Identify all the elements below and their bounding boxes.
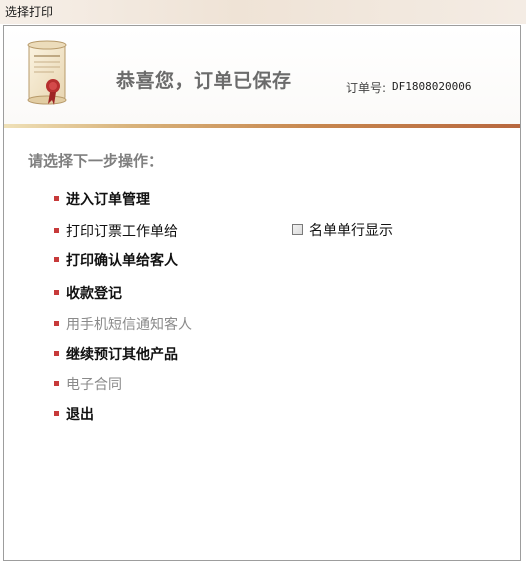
headline: 恭喜您，订单已保存 xyxy=(116,70,292,92)
menu-item-label: 进入订单管理 xyxy=(66,192,150,208)
bullet-icon xyxy=(54,256,59,262)
bullet-icon xyxy=(54,350,59,356)
single-line-checkbox[interactable] xyxy=(292,223,303,235)
menu-item-label: 收款登记 xyxy=(66,286,122,302)
menu-item-e-contract: 电子合同 xyxy=(54,374,122,394)
menu-item-exit[interactable]: 退出 xyxy=(54,404,94,424)
bullet-icon xyxy=(54,227,59,233)
bullet-icon xyxy=(54,320,59,326)
menu-item-label: 打印订票工作单给 xyxy=(66,224,178,240)
bullet-icon xyxy=(54,195,59,201)
title-bar: 选择打印 xyxy=(0,0,526,24)
order-number-value: DF1808020006 xyxy=(392,80,472,93)
order-number-label: 订单号: xyxy=(346,81,387,95)
dialog-panel: 恭喜您，订单已保存 订单号: DF1808020006 请选择下一步操作： 进入… xyxy=(3,25,521,561)
menu-item-label: 继续预订其他产品 xyxy=(66,347,178,363)
bullet-icon xyxy=(54,380,59,386)
dialog-header: 恭喜您，订单已保存 订单号: DF1808020006 xyxy=(4,26,520,124)
menu-item-print-confirmation[interactable]: 打印确认单给客人 xyxy=(54,250,178,270)
menu-item-label: 退出 xyxy=(66,407,94,423)
menu-item-continue-booking[interactable]: 继续预订其他产品 xyxy=(54,344,178,364)
menu-item-label: 电子合同 xyxy=(66,377,122,393)
menu-item-label: 用手机短信通知客人 xyxy=(66,317,192,333)
single-line-checkbox-label: 名单单行显示 xyxy=(309,223,393,239)
menu-item-label: 打印确认单给客人 xyxy=(66,253,178,269)
menu-item-sms-notify: 用手机短信通知客人 xyxy=(54,314,192,334)
menu-item-order-management[interactable]: 进入订单管理 xyxy=(54,189,150,209)
menu-item-print-work-order[interactable]: 打印订票工作单给 xyxy=(54,221,178,241)
single-line-list-toggle[interactable]: 名单单行显示 xyxy=(292,220,393,240)
section-title: 请选择下一步操作： xyxy=(28,152,164,170)
header-divider xyxy=(4,124,520,128)
certificate-scroll-icon xyxy=(27,40,67,105)
bullet-icon xyxy=(54,410,59,416)
bullet-icon xyxy=(54,289,59,295)
menu-item-payment-register[interactable]: 收款登记 xyxy=(54,283,122,303)
window-title: 选择打印 xyxy=(5,5,54,19)
